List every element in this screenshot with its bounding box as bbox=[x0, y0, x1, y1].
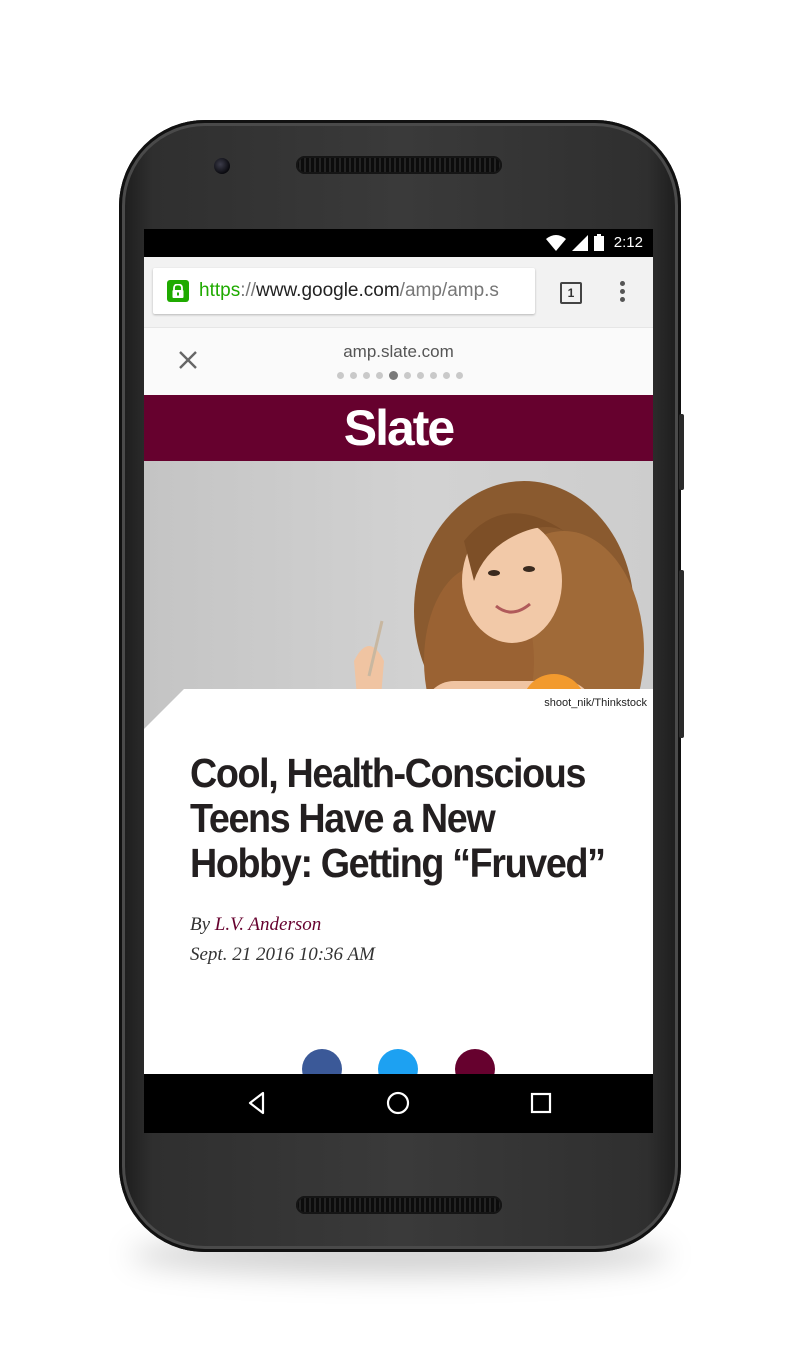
author-link[interactable]: L.V. Anderson bbox=[215, 914, 321, 935]
url-scheme: https bbox=[199, 280, 241, 301]
signal-icon bbox=[571, 234, 588, 251]
carousel-dot[interactable] bbox=[417, 372, 424, 379]
address-bar[interactable]: https://www.google.com/amp/amp.s bbox=[153, 268, 535, 314]
android-nav-bar bbox=[144, 1074, 653, 1133]
amp-domain: amp.slate.com bbox=[343, 342, 454, 361]
carousel-dot[interactable] bbox=[456, 372, 463, 379]
back-icon[interactable] bbox=[244, 1090, 270, 1116]
volume-button bbox=[679, 570, 684, 738]
status-bar: 2:12 bbox=[144, 229, 653, 257]
slate-logo[interactable]: Slate bbox=[344, 399, 456, 457]
byline-prefix: By bbox=[190, 914, 215, 935]
power-button bbox=[679, 414, 684, 490]
photo-credit: shoot_nik/Thinkstock bbox=[544, 697, 647, 709]
url-separator: :// bbox=[240, 280, 257, 301]
overflow-menu-icon[interactable] bbox=[619, 281, 625, 305]
carousel-dot[interactable] bbox=[389, 371, 398, 380]
browser-toolbar: https://www.google.com/amp/amp.s 1 bbox=[144, 257, 653, 327]
earpiece-speaker bbox=[296, 156, 502, 174]
hero-image bbox=[144, 461, 653, 729]
article-header: Cool, Health-Conscious Teens Have a New … bbox=[190, 751, 620, 966]
recents-icon[interactable] bbox=[528, 1090, 554, 1116]
home-icon[interactable] bbox=[385, 1090, 411, 1116]
carousel-dot[interactable] bbox=[376, 372, 383, 379]
lock-icon bbox=[167, 280, 189, 302]
front-camera bbox=[214, 158, 230, 174]
carousel-dot[interactable] bbox=[443, 372, 450, 379]
battery-icon bbox=[593, 234, 604, 251]
amp-viewer-header: amp.slate.com bbox=[144, 327, 653, 396]
url-text: https://www.google.com/amp/amp.s bbox=[199, 280, 499, 302]
carousel-dot[interactable] bbox=[337, 372, 344, 379]
url-host: www.google.com bbox=[256, 280, 400, 301]
url-path: /amp/amp.s bbox=[399, 280, 499, 301]
carousel-dots bbox=[337, 371, 463, 380]
carousel-dot[interactable] bbox=[404, 372, 411, 379]
tab-switcher-button[interactable]: 1 bbox=[560, 282, 582, 304]
carousel-dot[interactable] bbox=[430, 372, 437, 379]
wifi-icon bbox=[545, 234, 566, 251]
hero-photo bbox=[354, 481, 644, 729]
caption-backdrop bbox=[144, 689, 653, 729]
byline: By L.V. Anderson bbox=[190, 914, 620, 936]
phone-screen: 2:12 https://www.google.com/amp/amp.s 1 … bbox=[144, 229, 653, 1133]
status-time: 2:12 bbox=[613, 234, 643, 251]
publish-date: Sept. 21 2016 10:36 AM bbox=[190, 944, 375, 965]
carousel-dot[interactable] bbox=[363, 372, 370, 379]
carousel-dot[interactable] bbox=[350, 372, 357, 379]
site-header: Slate bbox=[144, 395, 653, 461]
bottom-speaker bbox=[296, 1196, 502, 1214]
article-headline: Cool, Health-Conscious Teens Have a New … bbox=[190, 750, 606, 886]
